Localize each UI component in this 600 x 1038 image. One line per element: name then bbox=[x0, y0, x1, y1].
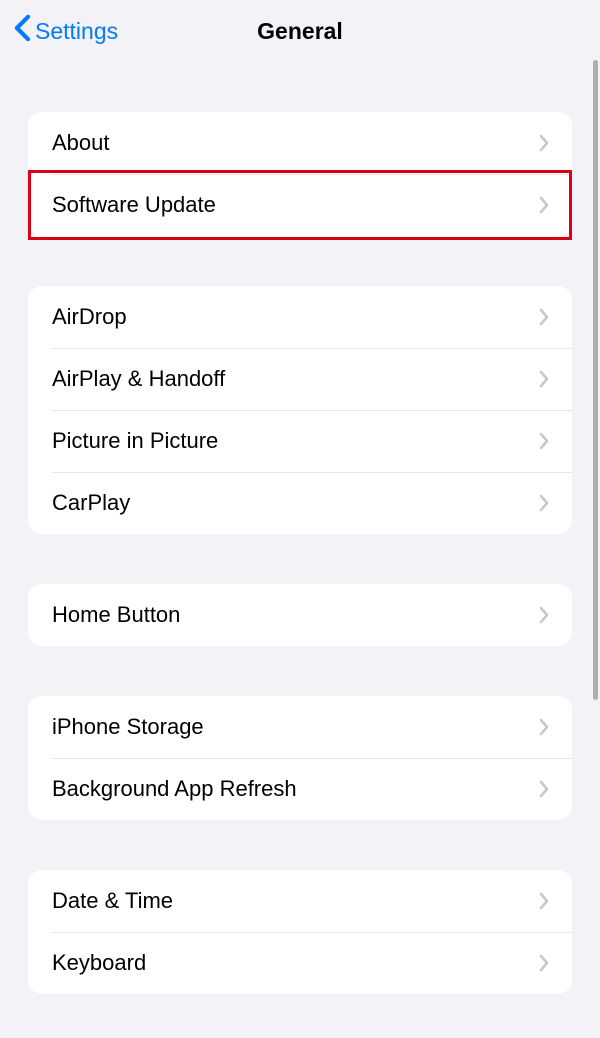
settings-group-2: AirDrop AirPlay & Handoff Picture in Pic… bbox=[28, 286, 572, 534]
scrollbar[interactable] bbox=[593, 60, 598, 700]
chevron-left-icon bbox=[14, 14, 31, 48]
row-label: CarPlay bbox=[52, 490, 130, 516]
row-iphone-storage[interactable]: iPhone Storage bbox=[28, 696, 572, 758]
row-label: Keyboard bbox=[52, 950, 146, 976]
settings-content: About Software Update AirDrop AirPlay & … bbox=[0, 112, 600, 994]
row-carplay[interactable]: CarPlay bbox=[28, 472, 572, 534]
row-label: Date & Time bbox=[52, 888, 173, 914]
settings-group-4: iPhone Storage Background App Refresh bbox=[28, 696, 572, 820]
chevron-right-icon bbox=[538, 892, 550, 910]
row-label: AirPlay & Handoff bbox=[52, 366, 225, 392]
row-date-time[interactable]: Date & Time bbox=[28, 870, 572, 932]
row-picture-in-picture[interactable]: Picture in Picture bbox=[28, 410, 572, 472]
chevron-right-icon bbox=[538, 494, 550, 512]
chevron-right-icon bbox=[538, 370, 550, 388]
settings-group-5: Date & Time Keyboard bbox=[28, 870, 572, 994]
row-background-app-refresh[interactable]: Background App Refresh bbox=[28, 758, 572, 820]
settings-group-1: About Software Update bbox=[28, 112, 572, 236]
row-label: iPhone Storage bbox=[52, 714, 204, 740]
row-keyboard[interactable]: Keyboard bbox=[28, 932, 572, 994]
chevron-right-icon bbox=[538, 196, 550, 214]
chevron-right-icon bbox=[538, 780, 550, 798]
chevron-right-icon bbox=[538, 432, 550, 450]
row-label: About bbox=[52, 130, 110, 156]
page-title: General bbox=[257, 18, 343, 45]
row-home-button[interactable]: Home Button bbox=[28, 584, 572, 646]
chevron-right-icon bbox=[538, 606, 550, 624]
row-label: AirDrop bbox=[52, 304, 127, 330]
row-about[interactable]: About bbox=[28, 112, 572, 174]
settings-group-3: Home Button bbox=[28, 584, 572, 646]
row-label: Background App Refresh bbox=[52, 776, 297, 802]
chevron-right-icon bbox=[538, 954, 550, 972]
back-label: Settings bbox=[35, 18, 118, 45]
row-airdrop[interactable]: AirDrop bbox=[28, 286, 572, 348]
chevron-right-icon bbox=[538, 134, 550, 152]
row-label: Home Button bbox=[52, 602, 180, 628]
chevron-right-icon bbox=[538, 718, 550, 736]
row-airplay-handoff[interactable]: AirPlay & Handoff bbox=[28, 348, 572, 410]
back-button[interactable]: Settings bbox=[14, 14, 118, 48]
row-label: Software Update bbox=[52, 192, 216, 218]
nav-header: Settings General bbox=[0, 0, 600, 62]
chevron-right-icon bbox=[538, 308, 550, 326]
row-label: Picture in Picture bbox=[52, 428, 218, 454]
row-software-update[interactable]: Software Update bbox=[28, 174, 572, 236]
